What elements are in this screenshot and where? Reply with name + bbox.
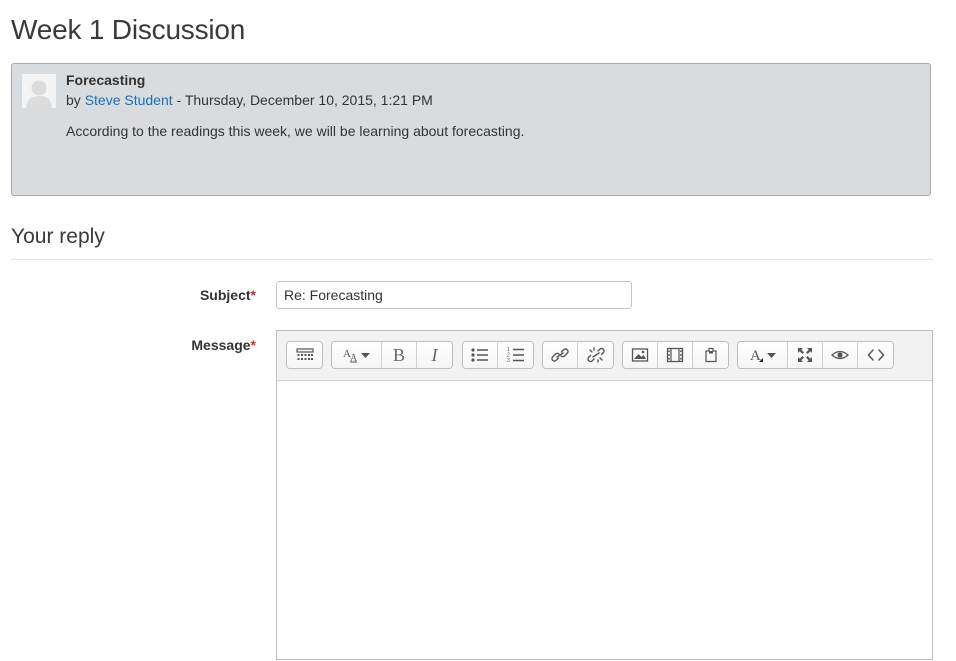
message-label-text: Message: [191, 337, 251, 353]
font-color-button[interactable]: A: [738, 342, 788, 368]
required-marker: *: [250, 287, 256, 303]
image-icon: [631, 348, 649, 362]
toolbar-group-media: [622, 341, 729, 369]
date-separator: -: [172, 92, 185, 108]
manage-files-icon: [704, 347, 717, 363]
media-button[interactable]: [658, 342, 693, 368]
post-message: According to the readings this week, we …: [66, 123, 525, 139]
preview-button[interactable]: [823, 342, 858, 368]
toolbar-group-text: A A B I: [331, 341, 453, 369]
link-icon: [551, 348, 569, 362]
message-textarea[interactable]: [277, 381, 932, 661]
font-style-icon: A A: [343, 348, 370, 363]
subject-label-text: Subject: [199, 287, 251, 303]
subject-input[interactable]: [276, 281, 632, 309]
toolbar-group-advanced: A: [737, 341, 894, 369]
html-button[interactable]: [858, 342, 893, 368]
ordered-list-button[interactable]: 123: [498, 342, 533, 368]
subject-label: Subject*: [106, 287, 256, 303]
post-subject: Forecasting: [66, 72, 146, 88]
author-link[interactable]: Steve Student: [85, 92, 173, 108]
svg-text:3: 3: [507, 358, 510, 363]
fullscreen-icon: [798, 348, 812, 362]
unordered-list-button[interactable]: [463, 342, 498, 368]
preview-icon: [831, 350, 849, 360]
manage-files-button[interactable]: [693, 342, 728, 368]
fullscreen-button[interactable]: [788, 342, 823, 368]
page-title: Week 1 Discussion: [11, 14, 246, 45]
ordered-list-icon: 123: [507, 347, 524, 363]
show-more-buttons[interactable]: [287, 342, 322, 368]
bold-icon: B: [392, 344, 405, 365]
section-divider: [11, 259, 933, 260]
byline-prefix: by: [66, 92, 81, 108]
font-style-button[interactable]: A A: [332, 342, 382, 368]
reply-heading: Your reply: [11, 225, 105, 248]
image-button[interactable]: [623, 342, 658, 368]
italic-button[interactable]: I: [417, 342, 452, 368]
font-color-icon: A: [750, 348, 776, 363]
media-icon: [666, 347, 684, 363]
editor-toolbar: A A B I 123 A: [277, 331, 932, 381]
html-icon: [867, 349, 884, 361]
show-more-buttons-icon: [295, 348, 314, 360]
bold-button[interactable]: B: [382, 342, 417, 368]
user-avatar-icon: [22, 74, 56, 108]
svg-text:A: A: [750, 348, 761, 363]
toolbar-group-links: [542, 341, 614, 369]
post-byline: by Steve Student - Thursday, December 10…: [66, 92, 433, 108]
toolbar-group-lists: 123: [462, 341, 534, 369]
italic-icon: I: [431, 344, 438, 365]
link-button[interactable]: [543, 342, 578, 368]
message-label: Message*: [106, 337, 256, 353]
unlink-button[interactable]: [578, 342, 613, 368]
forum-post: Forecasting by Steve Student - Thursday,…: [11, 63, 931, 196]
message-editor: A A B I 123 A: [276, 330, 933, 660]
unordered-list-icon: [471, 348, 488, 362]
avatar[interactable]: [22, 74, 56, 108]
unlink-icon: [586, 347, 605, 363]
post-date: Thursday, December 10, 2015, 1:21 PM: [184, 92, 433, 108]
toolbar-group-toggle: [286, 341, 323, 369]
required-marker: *: [250, 337, 256, 353]
